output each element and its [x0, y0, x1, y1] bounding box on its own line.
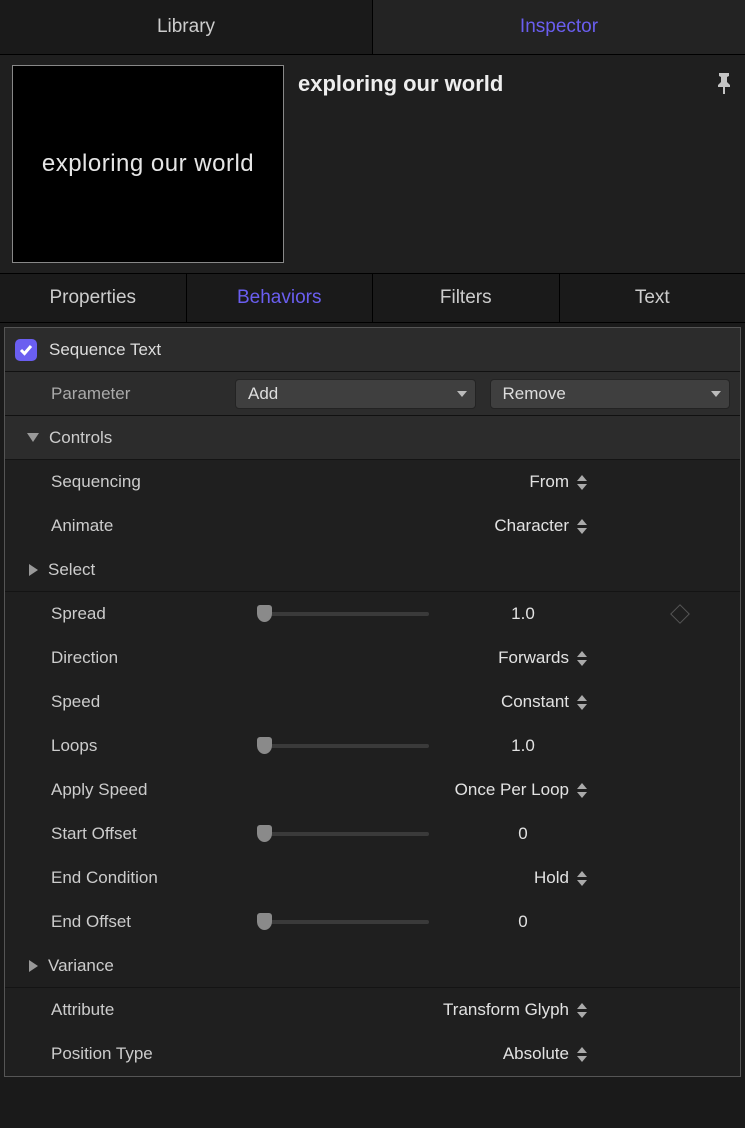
- slider-handle-icon[interactable]: [257, 825, 272, 842]
- sequencing-stepper[interactable]: [577, 475, 587, 490]
- tab-behaviors[interactable]: Behaviors: [187, 274, 374, 322]
- disclosure-right-icon: [29, 960, 38, 972]
- direction-label: Direction: [51, 648, 247, 668]
- endoffset-label: End Offset: [51, 912, 247, 932]
- applyspeed-label: Apply Speed: [51, 780, 247, 800]
- behavior-name: Sequence Text: [49, 340, 161, 360]
- attribute-stepper[interactable]: [577, 1003, 587, 1018]
- slider-handle-icon[interactable]: [257, 913, 272, 930]
- parameter-add-label: Add: [248, 384, 278, 404]
- applyspeed-value[interactable]: Once Per Loop: [455, 780, 569, 800]
- speed-stepper[interactable]: [577, 695, 587, 710]
- loops-slider[interactable]: [259, 744, 429, 748]
- tab-filters[interactable]: Filters: [373, 274, 560, 322]
- direction-stepper[interactable]: [577, 651, 587, 666]
- animate-value[interactable]: Character: [494, 516, 569, 536]
- attribute-label: Attribute: [51, 1000, 247, 1020]
- positiontype-stepper[interactable]: [577, 1047, 587, 1062]
- group-variance-label: Variance: [48, 956, 114, 976]
- speed-label: Speed: [51, 692, 247, 712]
- parameter-label: Parameter: [51, 384, 221, 404]
- endoffset-value[interactable]: 0: [459, 912, 587, 932]
- direction-value[interactable]: Forwards: [498, 648, 569, 668]
- speed-value[interactable]: Constant: [501, 692, 569, 712]
- endcondition-value[interactable]: Hold: [509, 868, 569, 888]
- disclosure-down-icon: [27, 433, 39, 442]
- tab-library[interactable]: Library: [0, 0, 373, 54]
- behavior-enable-checkbox[interactable]: [15, 339, 37, 361]
- pin-icon[interactable]: [715, 71, 733, 100]
- tab-text[interactable]: Text: [560, 274, 745, 322]
- animate-stepper[interactable]: [577, 519, 587, 534]
- tab-inspector[interactable]: Inspector: [373, 0, 745, 54]
- sequencing-value[interactable]: From: [509, 472, 569, 492]
- endoffset-slider[interactable]: [259, 920, 429, 924]
- group-select-label: Select: [48, 560, 95, 580]
- parameter-add-dropdown[interactable]: Add: [235, 379, 476, 409]
- thumbnail-text: exploring our world: [42, 150, 254, 178]
- slider-handle-icon[interactable]: [257, 737, 272, 754]
- group-controls-label: Controls: [49, 428, 112, 448]
- disclosure-right-icon: [29, 564, 38, 576]
- group-variance[interactable]: Variance: [5, 944, 740, 988]
- parameter-remove-dropdown[interactable]: Remove: [490, 379, 731, 409]
- startoffset-slider[interactable]: [259, 832, 429, 836]
- attribute-value[interactable]: Transform Glyph: [443, 1000, 569, 1020]
- endcondition-label: End Condition: [51, 868, 247, 888]
- loops-label: Loops: [51, 736, 247, 756]
- startoffset-value[interactable]: 0: [459, 824, 587, 844]
- applyspeed-stepper[interactable]: [577, 783, 587, 798]
- parameter-remove-label: Remove: [503, 384, 566, 404]
- slider-handle-icon[interactable]: [257, 605, 272, 622]
- spread-value[interactable]: 1.0: [459, 604, 587, 624]
- keyframe-icon[interactable]: [670, 604, 690, 624]
- sequencing-label: Sequencing: [51, 472, 247, 492]
- startoffset-label: Start Offset: [51, 824, 247, 844]
- group-select[interactable]: Select: [5, 548, 740, 592]
- preview-thumbnail: exploring our world: [12, 65, 284, 263]
- tab-properties[interactable]: Properties: [0, 274, 187, 322]
- chevron-down-icon: [711, 391, 721, 397]
- spread-slider[interactable]: [259, 612, 429, 616]
- project-title: exploring our world: [298, 71, 503, 97]
- positiontype-label: Position Type: [51, 1044, 247, 1064]
- chevron-down-icon: [457, 391, 467, 397]
- behavior-panel: Sequence Text Parameter Add Remove Contr…: [4, 327, 741, 1077]
- group-controls[interactable]: Controls: [5, 416, 740, 460]
- positiontype-value[interactable]: Absolute: [503, 1044, 569, 1064]
- spread-label: Spread: [51, 604, 247, 624]
- animate-label: Animate: [51, 516, 247, 536]
- loops-value[interactable]: 1.0: [459, 736, 587, 756]
- endcondition-stepper[interactable]: [577, 871, 587, 886]
